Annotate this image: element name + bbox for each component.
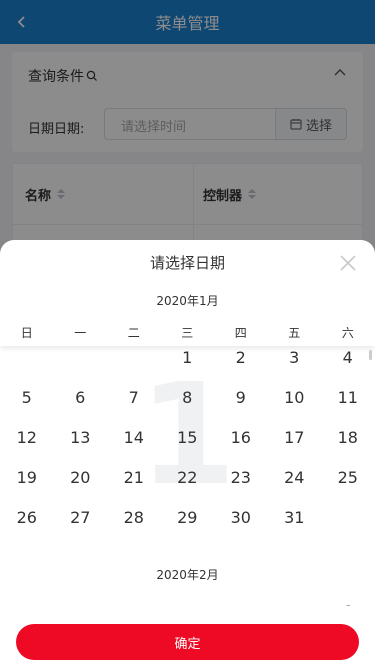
weekday-label: 六 (341, 326, 354, 340)
weekday-label: 一 (74, 326, 87, 340)
calendar-day[interactable]: 11 (321, 388, 375, 407)
calendar-day[interactable]: 7 (107, 388, 161, 407)
calendar-day[interactable]: 25 (321, 468, 375, 487)
month-subtitle: 2020年1月 (156, 294, 219, 308)
calendar-day[interactable]: 12 (0, 428, 54, 447)
calendar-day[interactable]: 19 (0, 468, 54, 487)
calendar-day[interactable]: 27 (54, 508, 108, 527)
calendar-day[interactable]: 28 (107, 508, 161, 527)
calendar-day[interactable]: 30 (214, 508, 268, 527)
calendar-day[interactable]: 6 (54, 388, 108, 407)
calendar-day[interactable]: 17 (268, 428, 322, 447)
calendar-day[interactable]: 2 (214, 348, 268, 367)
calendar-day[interactable]: 8 (161, 388, 215, 407)
calendar-day[interactable]: 20 (54, 468, 108, 487)
calendar-day[interactable]: 1 (322, 602, 375, 606)
calendar-day[interactable]: 1 (161, 348, 215, 367)
calendar-day[interactable]: 13 (54, 428, 108, 447)
calendar-day[interactable]: 4 (321, 348, 375, 367)
calendar-day[interactable]: 10 (268, 388, 322, 407)
calendar-day[interactable]: 5 (0, 388, 54, 407)
weekday-label: 四 (234, 326, 247, 340)
close-icon[interactable] (339, 254, 357, 272)
calendar-day[interactable]: 21 (107, 468, 161, 487)
calendar-body[interactable]: 1 1 2 3 4 5 6 7 8 9 10 11 12 13 14 15 16 17 18 19 20 21 22 23 2… (0, 346, 375, 606)
confirm-button[interactable]: 确定 (16, 624, 359, 660)
calendar-day[interactable]: 9 (214, 388, 268, 407)
calendar-day[interactable]: 23 (214, 468, 268, 487)
calendar-day[interactable]: 14 (107, 428, 161, 447)
weekday-bar: 日 一 二 三 四 五 六 (0, 318, 375, 346)
calendar-day[interactable]: 22 (161, 468, 215, 487)
month-title: 2020年2月 (156, 568, 219, 582)
calendar-day[interactable]: 18 (321, 428, 375, 447)
calendar-day[interactable]: 15 (161, 428, 215, 447)
weekday-label: 五 (288, 326, 301, 340)
calendar-popup: 请选择日期 2020年1月 日 一 二 三 四 五 六 1 1234567891… (0, 240, 375, 667)
calendar-day[interactable]: 3 (268, 348, 322, 367)
calendar-title: 请选择日期 (149, 254, 225, 272)
calendar-day[interactable]: 24 (268, 468, 322, 487)
calendar-day[interactable]: 29 (161, 508, 215, 527)
weekday-label: 三 (181, 326, 194, 340)
calendar-day[interactable]: 16 (214, 428, 268, 447)
weekday-label: 日 (20, 326, 33, 340)
calendar-day[interactable]: 31 (268, 508, 322, 527)
calendar-day[interactable]: 26 (0, 508, 54, 527)
weekday-label: 二 (127, 326, 140, 340)
